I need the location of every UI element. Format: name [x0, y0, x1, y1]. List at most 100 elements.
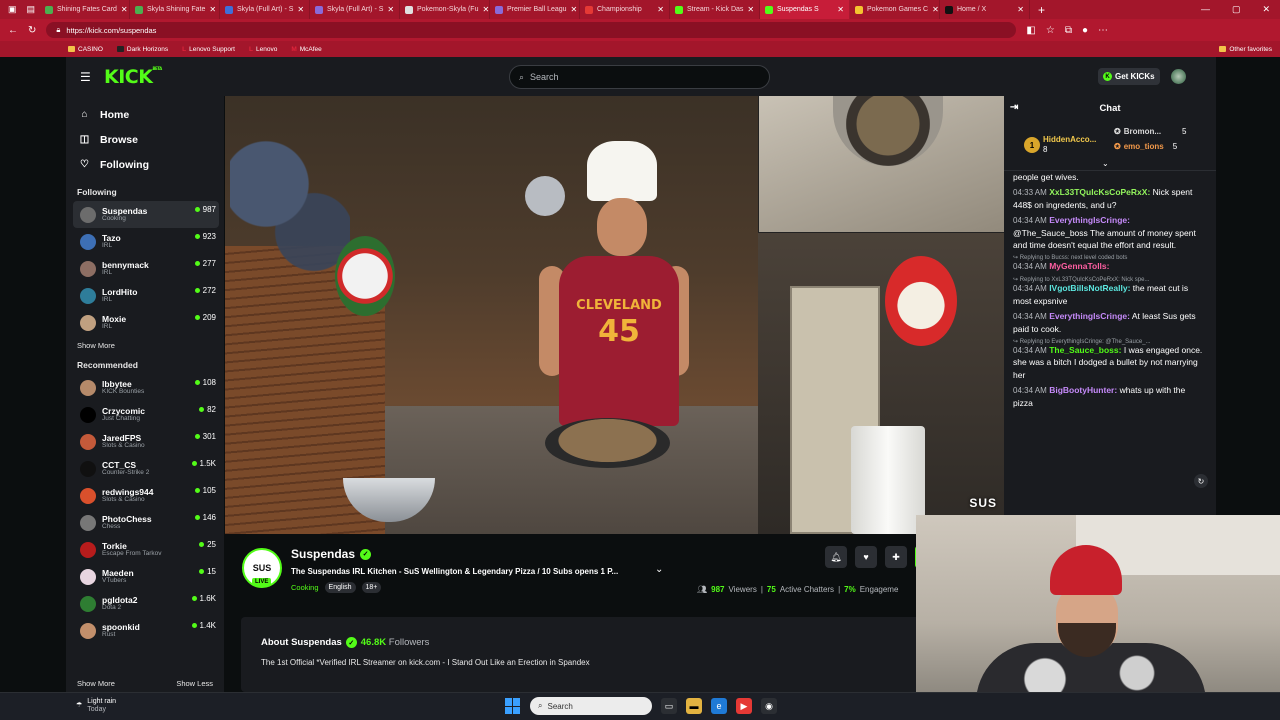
chevron-down-icon[interactable]: ⌄ [655, 564, 663, 575]
close-tab-icon[interactable]: ✕ [837, 5, 844, 14]
show-less-button[interactable]: Show Less [176, 679, 213, 688]
browser-tab[interactable]: Shining Fates Card ✕ [40, 0, 130, 19]
taskbar-search[interactable]: ⌕ Search [530, 697, 652, 715]
edge-icon[interactable]: e [711, 698, 727, 714]
browser-tab[interactable]: Premier Ball Leagu ✕ [490, 0, 580, 19]
close-tab-icon[interactable]: ✕ [482, 5, 489, 14]
windows-start-icon[interactable] [505, 698, 521, 714]
app-icon[interactable]: ◉ [761, 698, 777, 714]
file-explorer-icon[interactable]: ▬ [686, 698, 702, 714]
browser-tab[interactable]: Skyla (Full Art) - S ✕ [220, 0, 310, 19]
message-username[interactable]: The_Sauce_boss: [1049, 345, 1121, 355]
message-username[interactable]: XxL33TQuIcKsCoPeRxX: [1049, 187, 1150, 197]
channel-pgldota2[interactable]: pgldota2 Dota 2 1.6K [73, 590, 219, 617]
search-input[interactable]: ⌕ Search [509, 65, 770, 89]
workspaces-icon[interactable]: ▣ [8, 4, 17, 15]
channel-name[interactable]: Suspendas ✓ [291, 547, 372, 561]
show-more-following[interactable]: Show More [66, 336, 224, 354]
viewer-count: 146 [194, 513, 216, 522]
nav-item-browse[interactable]: ◫ Browse [66, 127, 224, 152]
message-username[interactable]: BigBootyHunter: [1049, 385, 1117, 395]
bookmark-lenovo[interactable]: L Lenovo [249, 46, 277, 53]
channel-bennymack[interactable]: bennymack IRL 277 [73, 255, 219, 282]
task-view-icon[interactable]: ▭ [661, 698, 677, 714]
close-tab-icon[interactable]: ✕ [747, 5, 754, 14]
browser-tab[interactable]: Championship ✕ [580, 0, 670, 19]
close-window-icon[interactable]: ✕ [1262, 4, 1270, 15]
browser-tab[interactable]: Skyla Shining Fate ✕ [130, 0, 220, 19]
channel-tazo[interactable]: Tazo IRL 923 [73, 228, 219, 255]
bookmark-mcafee[interactable]: M McAfee [291, 46, 321, 53]
browser-tab[interactable]: Pokemon-Skyla (Fu ✕ [400, 0, 490, 19]
channel-torkie[interactable]: Torkie Escape From Tarkov 25 [73, 536, 219, 563]
gifter-1[interactable]: 1 HiddenAcco... 8 [1024, 135, 1096, 156]
refresh-icon[interactable]: ↻ [28, 25, 36, 36]
new-tab-button[interactable]: + [1030, 3, 1053, 17]
category-link[interactable]: Cooking [291, 583, 319, 592]
browser-tab[interactable]: Suspendas S ✕ [760, 0, 850, 19]
video-player[interactable]: CLEVELAND 45 SUS [225, 96, 1004, 534]
collapse-chat-icon[interactable]: ⇥ [1010, 102, 1018, 113]
more-icon[interactable]: ⋯ [1098, 25, 1108, 36]
channel-jaredfps[interactable]: JaredFPS Slots & Casino 301 [73, 428, 219, 455]
browser-tab[interactable]: Stream - Kick Das ✕ [670, 0, 760, 19]
message-username[interactable]: EverythingIsCringe: [1049, 215, 1130, 225]
bookmark-dark-horizons[interactable]: Dark Horizons [116, 46, 168, 53]
split-screen-icon[interactable]: ◧ [1026, 25, 1035, 36]
following-list: Suspendas Cooking 987 Tazo IRL 923 bennymack IR… [66, 201, 224, 336]
kick-logo[interactable]: KICKBETA [104, 66, 162, 88]
channel-spoonkid[interactable]: spoonkid Rust 1.4K [73, 617, 219, 644]
profile-icon[interactable]: ● [1082, 25, 1088, 36]
follow-heart-button[interactable]: ♥ [855, 546, 877, 568]
minimize-icon[interactable]: — [1201, 4, 1210, 15]
gifter-2[interactable]: ✪ Bromon... 5 [1114, 127, 1187, 136]
channel-cct-cs[interactable]: CCT_CS Counter-Strike 2 1.5K [73, 455, 219, 482]
bookmark-casino[interactable]: CASINO [68, 46, 103, 53]
url-field[interactable]: 🔒︎ https://kick.com/suspendas [46, 22, 1017, 38]
message-username[interactable]: MyGennaTolls: [1049, 261, 1109, 271]
show-more-button[interactable]: Show More [77, 679, 115, 688]
menu-icon[interactable]: ☰ [80, 70, 92, 84]
extensions-icon[interactable]: ⧉ [1065, 25, 1072, 36]
close-tab-icon[interactable]: ✕ [932, 5, 939, 14]
favorites-icon[interactable]: ☆ [1046, 25, 1055, 36]
youtube-icon[interactable]: ▶ [736, 698, 752, 714]
close-tab-icon[interactable]: ✕ [657, 5, 664, 14]
close-tab-icon[interactable]: ✕ [297, 5, 304, 14]
nav-item-following[interactable]: ♡ Following [66, 152, 224, 177]
close-tab-icon[interactable]: ✕ [571, 5, 578, 14]
notification-bell-button[interactable]: 🔔︎ [825, 546, 847, 568]
user-avatar[interactable] [1171, 69, 1186, 84]
channel-lordhito[interactable]: LordHito IRL 272 [73, 282, 219, 309]
message-username[interactable]: EverythingIsCringe: [1049, 311, 1130, 321]
browser-tab[interactable]: Pokemon Games C ✕ [850, 0, 940, 19]
channel-moxie[interactable]: Moxie IRL 209 [73, 309, 219, 336]
maximize-icon[interactable]: ▢ [1232, 4, 1241, 15]
tag-mature[interactable]: 18+ [361, 582, 382, 593]
bookmark-lenovo-support[interactable]: L Lenovo Support [182, 46, 235, 53]
channel-maeden[interactable]: Maeden VTubers 15 [73, 563, 219, 590]
channel-crzycomic[interactable]: Crzycomic Just Chatting 82 [73, 401, 219, 428]
message-username[interactable]: IVgotBillsNotReally: [1049, 283, 1130, 293]
expand-gifters-icon[interactable]: ⌄ [1102, 159, 1109, 168]
tag-language[interactable]: English [324, 582, 356, 593]
channel-redwings944[interactable]: redwings944 Slots & Casino 105 [73, 482, 219, 509]
gifter-3[interactable]: ✪ emo_tions 5 [1114, 142, 1177, 151]
browser-tab[interactable]: Skyla (Full Art) - S ✕ [310, 0, 400, 19]
chat-scroll-icon[interactable]: ↻ [1194, 474, 1208, 488]
channel-lbbytee[interactable]: lbbytee KICK Bounties 108 [73, 374, 219, 401]
tab-actions-icon[interactable]: ▤ [27, 4, 36, 15]
channel-suspendas[interactable]: Suspendas Cooking 987 [73, 201, 219, 228]
channel-photochess[interactable]: PhotoChess Chess 146 [73, 509, 219, 536]
close-tab-icon[interactable]: ✕ [121, 5, 128, 14]
back-icon[interactable]: ← [8, 25, 18, 36]
weather-widget[interactable]: ☂ Light rain Today [76, 698, 116, 714]
gift-sub-button[interactable]: ✚ [885, 546, 907, 568]
browser-tab[interactable]: Home / X ✕ [940, 0, 1030, 19]
other-favorites[interactable]: Other favorites [1219, 46, 1272, 53]
close-tab-icon[interactable]: ✕ [387, 5, 394, 14]
nav-item-home[interactable]: ⌂ Home [66, 102, 224, 127]
close-tab-icon[interactable]: ✕ [209, 5, 216, 14]
get-kicks-button[interactable]: K Get KICKs [1098, 68, 1160, 85]
close-tab-icon[interactable]: ✕ [1017, 5, 1024, 14]
